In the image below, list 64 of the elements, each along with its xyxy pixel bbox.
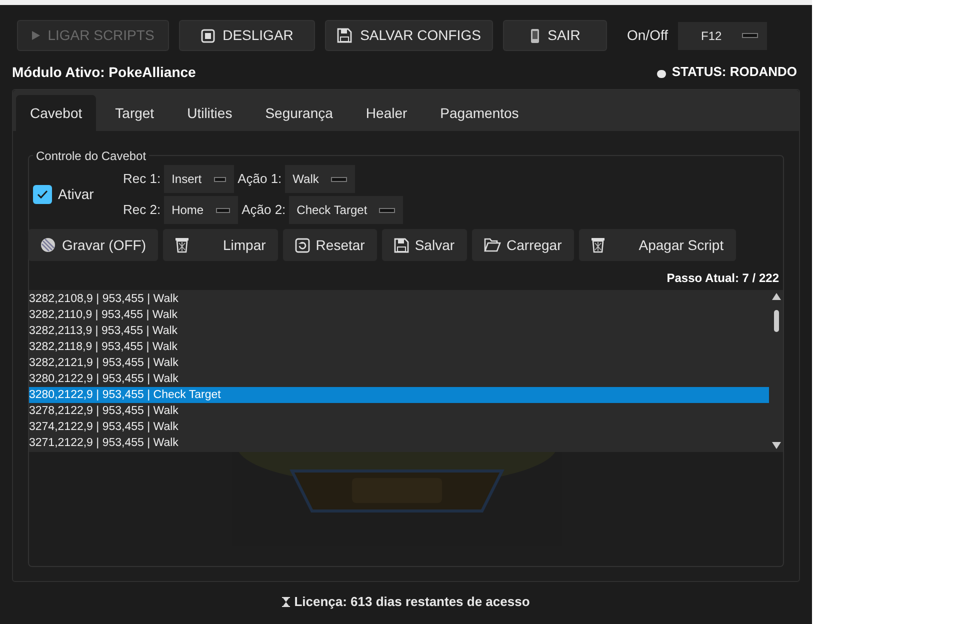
striped-ball-icon (40, 237, 56, 253)
checkbox-label: Ativar (58, 185, 94, 204)
checkbox[interactable] (33, 185, 52, 204)
waypoint-row[interactable]: 3282,2121,9 | 953,455 | Walk (29, 355, 769, 371)
hotkey-value: Home (172, 202, 204, 219)
trash-icon (175, 237, 189, 253)
waypoint-row[interactable]: 3282,2113,9 | 953,455 | Walk (29, 323, 769, 339)
waypoint-row[interactable]: 3280,2122,9 | 953,455 | Walk (29, 371, 769, 387)
stop-icon (200, 28, 215, 42)
tab[interactable]: Healer (352, 95, 422, 131)
key-indicator-icon (214, 176, 226, 182)
hourglass-icon (282, 596, 290, 607)
play-icon (32, 31, 40, 40)
key-indicator-icon (216, 208, 230, 212)
hotkey-label: Ação 1: (238, 170, 282, 188)
tab[interactable]: Target (101, 95, 168, 131)
waypoint-row[interactable]: 3274,2122,9 | 953,455 | Walk (29, 419, 769, 435)
hotkey-field[interactable]: F12 (678, 22, 767, 50)
toolbar-button[interactable]: SAIR (503, 20, 607, 51)
step-counter: Passo Atual: 7 / 222 (666, 270, 779, 287)
waypoint-row[interactable]: 3271,2122,9 | 953,455 | Walk (29, 435, 769, 451)
action-button[interactable]: Gravar (OFF) (28, 229, 158, 261)
refresh-icon (294, 238, 310, 252)
hotkey-label: Ação 2: (242, 201, 286, 220)
waypoint-row[interactable]: 3282,2118,9 | 953,455 | Walk (29, 339, 769, 355)
status-text: STATUS: RODANDO (672, 63, 797, 82)
key-indicator-icon (330, 176, 347, 182)
waypoint-row[interactable]: 3282,2108,9 | 953,455 | Walk (29, 291, 769, 307)
hotkey-field[interactable]: Insert (164, 165, 234, 193)
tab[interactable]: Segurança (251, 95, 347, 131)
tab[interactable]: Cavebot (16, 95, 96, 131)
tab[interactable]: Pagamentos (426, 95, 533, 131)
trash-icon (590, 237, 605, 253)
hotkey-value: F12 (700, 28, 722, 44)
module-title: Módulo Ativo: PokeAlliance (12, 62, 196, 82)
action-button[interactable]: Carregar (472, 229, 574, 261)
waypoint-row[interactable]: 3282,2110,9 | 953,455 | Walk (29, 307, 769, 323)
hotkey-label: Rec 2: (123, 201, 161, 220)
tab[interactable]: Utilities (173, 95, 246, 131)
scroll-down-icon (772, 442, 780, 449)
hotkey-field[interactable]: Check Target (288, 196, 404, 224)
hotkey-label: On/Off (627, 26, 668, 45)
folder-icon (484, 238, 501, 252)
phone-icon (530, 28, 540, 44)
license-text: Licença: 613 dias restantes de acesso (294, 593, 530, 611)
hotkey-value: Check Target (296, 202, 368, 219)
action-button[interactable]: Resetar (282, 229, 377, 261)
hotkey-field[interactable]: Walk (284, 165, 355, 193)
toolbar-button[interactable]: SALVAR CONFIGS (325, 20, 493, 51)
action-button[interactable]: Salvar (382, 229, 467, 261)
hotkey-value: Insert (172, 171, 202, 188)
scroll-thumb[interactable] (774, 310, 778, 332)
waypoint-row[interactable]: 3280,2122,9 | 953,455 | Check Target (29, 387, 769, 403)
scroll-up-icon (772, 293, 780, 300)
waypoint-row[interactable]: 3278,2122,9 | 953,455 | Walk (29, 403, 769, 419)
checkmark-icon (37, 190, 48, 199)
key-indicator-icon (379, 208, 396, 212)
action-button[interactable]: Apagar Script (578, 229, 736, 261)
key-indicator-icon (742, 33, 758, 38)
hotkey-field[interactable]: Home (164, 196, 238, 224)
toolbar-button[interactable]: DESLIGAR (179, 20, 315, 51)
hotkey-value: Walk (292, 171, 319, 188)
action-button[interactable]: Limpar (163, 229, 278, 261)
hotkey-label: Rec 1: (123, 170, 161, 188)
